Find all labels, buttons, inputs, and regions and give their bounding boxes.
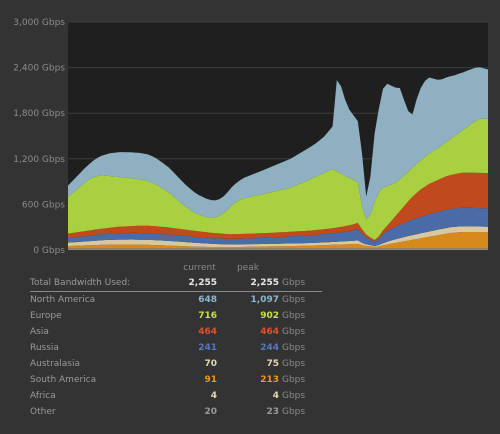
- peak-value: 4: [272, 391, 279, 401]
- current-value: 20: [204, 407, 217, 417]
- y-tick-label: 600 Gbps: [22, 200, 65, 210]
- unit-label: Gbps: [282, 391, 306, 401]
- current-value: 4: [210, 391, 217, 401]
- y-tick-label: 1,200 Gbps: [13, 155, 65, 165]
- region-label: Other: [30, 407, 56, 417]
- region-label: Russia: [30, 343, 59, 353]
- header-spacer: [30, 260, 182, 275]
- total-peak: 2,255: [217, 275, 279, 292]
- y-axis-ticks: 3,000 Gbps 2,400 Gbps 1,800 Gbps 1,200 Gbps…: [13, 18, 65, 255]
- table-header: current peak: [30, 260, 322, 275]
- total-unit: Gbps: [279, 275, 322, 292]
- total-current: 2,255: [182, 275, 217, 292]
- peak-value: 902: [260, 311, 279, 321]
- peak-value: 244: [260, 343, 279, 353]
- region-label: Australasia: [30, 359, 81, 369]
- y-tick-label: 2,400 Gbps: [13, 64, 65, 74]
- bandwidth-table: current peak Total Bandwidth Used: 2,255…: [30, 260, 322, 420]
- y-tick-label: 0 Gbps: [33, 246, 65, 255]
- region-label: Asia: [30, 327, 49, 337]
- unit-label: Gbps: [282, 343, 306, 353]
- unit-label: Gbps: [282, 375, 306, 385]
- peak-value: 1,097: [250, 295, 279, 305]
- table-row: Asia 464 464 Gbps: [30, 324, 322, 340]
- unit-label: Gbps: [282, 407, 306, 417]
- header-peak: peak: [237, 262, 259, 273]
- current-value: 241: [198, 343, 217, 353]
- unit-label: Gbps: [282, 327, 306, 337]
- region-label: North America: [30, 295, 96, 305]
- total-row: Total Bandwidth Used: 2,255 2,255 Gbps: [30, 275, 322, 292]
- table-row: Russia 241 244 Gbps: [30, 340, 322, 356]
- current-value: 91: [204, 375, 217, 385]
- header-current: current: [183, 262, 216, 273]
- bandwidth-chart: 3,000 Gbps 2,400 Gbps 1,800 Gbps 1,200 Gbps…: [13, 18, 488, 255]
- table-row: Europe 716 902 Gbps: [30, 308, 322, 324]
- header-unit-spacer: [279, 260, 322, 275]
- peak-value: 464: [260, 327, 279, 337]
- region-label: South America: [30, 375, 97, 385]
- y-tick-label: 3,000 Gbps: [13, 18, 65, 28]
- table-row: North America 648 1,097 Gbps: [30, 292, 322, 309]
- peak-value: 23: [266, 407, 279, 417]
- y-tick-label: 1,800 Gbps: [13, 109, 65, 119]
- area-other: [68, 248, 488, 250]
- unit-label: Gbps: [282, 295, 306, 305]
- peak-value: 213: [260, 375, 279, 385]
- total-label: Total Bandwidth Used:: [30, 275, 182, 292]
- unit-label: Gbps: [282, 359, 306, 369]
- region-label: Europe: [30, 311, 62, 321]
- current-value: 70: [204, 359, 217, 369]
- current-value: 648: [198, 295, 217, 305]
- region-label: Africa: [30, 391, 56, 401]
- table-row: Other 20 23 Gbps: [30, 404, 322, 420]
- current-value: 464: [198, 327, 217, 337]
- table-row: South America 91 213 Gbps: [30, 372, 322, 388]
- unit-label: Gbps: [282, 311, 306, 321]
- current-value: 716: [198, 311, 217, 321]
- table-row: Africa 4 4 Gbps: [30, 388, 322, 404]
- peak-value: 75: [266, 359, 279, 369]
- region-rows: North America 648 1,097 Gbps Europe 716 902 Gbp…: [30, 292, 322, 421]
- table-row: Australasia 70 75 Gbps: [30, 356, 322, 372]
